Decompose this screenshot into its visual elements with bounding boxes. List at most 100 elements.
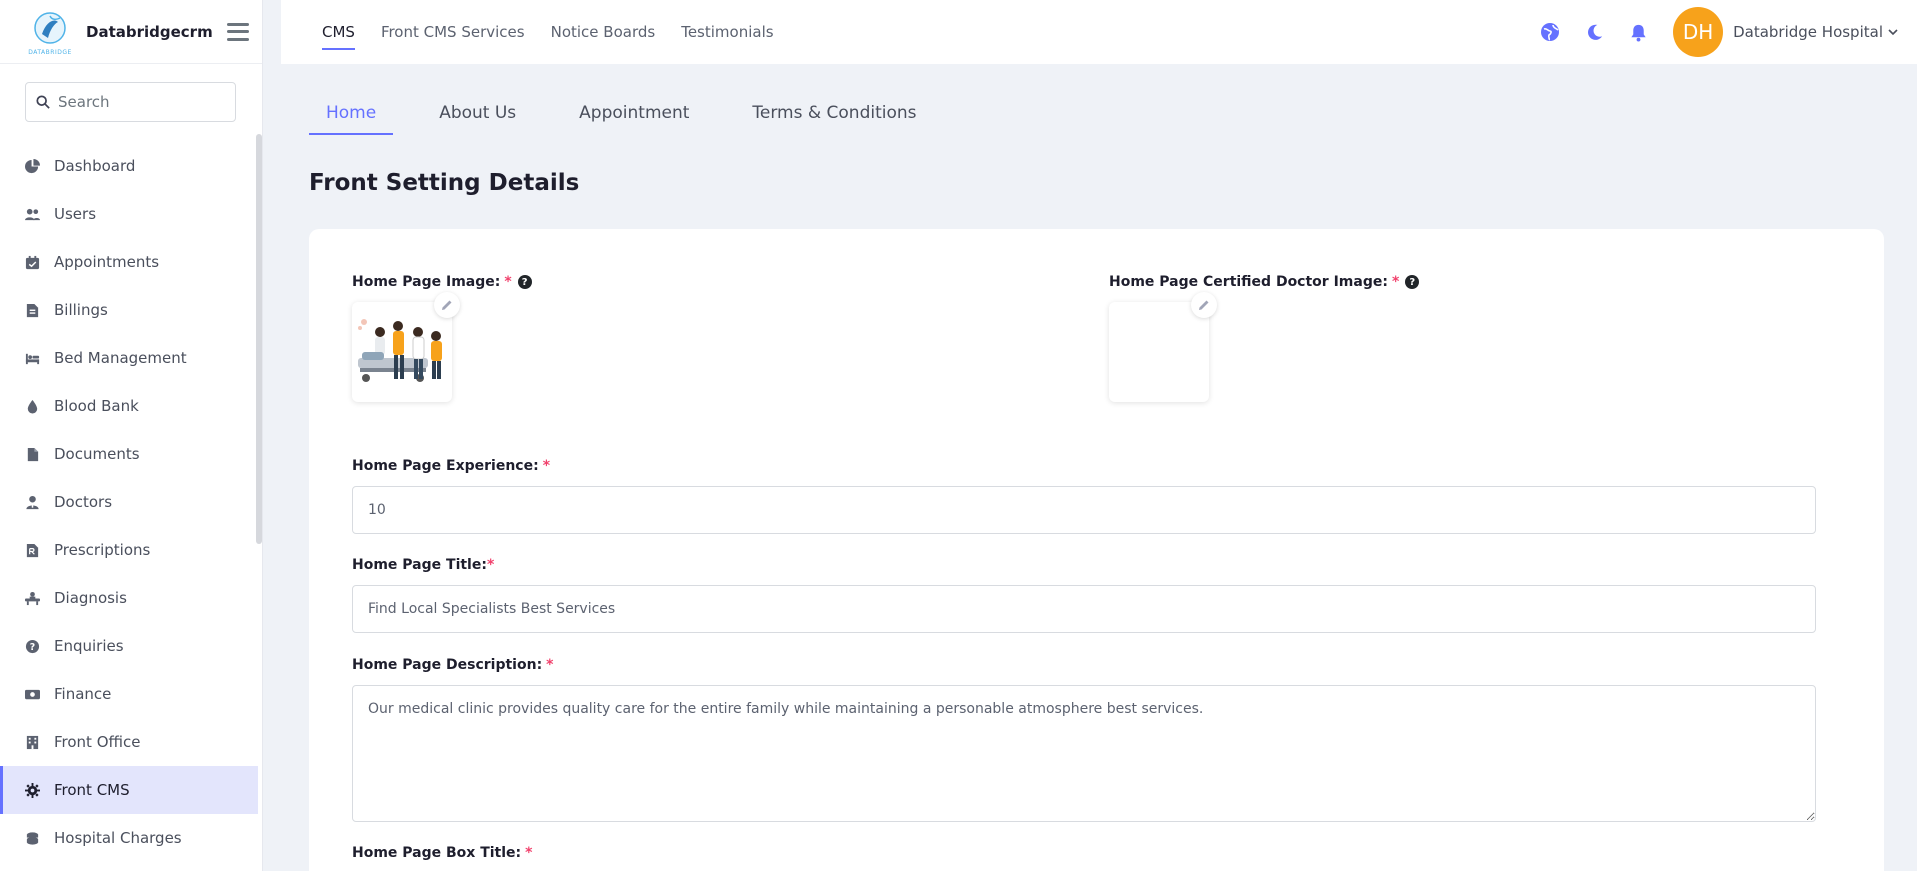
sidebar-item-label: Prescriptions [54,541,151,559]
sidebar-item-prescriptions[interactable]: Prescriptions [0,526,262,574]
title-input[interactable] [352,585,1816,633]
sidebar: DATABRIDGE Databridgecrm Dashboard Users A… [0,0,263,871]
sidebar-item-label: Documents [54,445,140,463]
sidebar-item-doctors[interactable]: Doctors [0,478,262,526]
svg-text:?: ? [29,641,34,652]
users-icon [24,206,40,222]
sidebar-menu: Dashboard Users Appointments Billings Bed Ma… [0,142,262,871]
required-mark: * [525,845,533,861]
file-invoice-icon [24,302,40,318]
calendar-check-icon [24,254,40,270]
home-image-label-text: Home Page Image: [352,274,501,290]
user-doctor-icon [24,494,40,510]
sidebar-item-ipd-opd[interactable]: IPD/OPD [0,862,262,871]
sidebar-item-label: Diagnosis [54,589,127,607]
tab-home[interactable]: Home [309,95,394,135]
tab-appointment[interactable]: Appointment [562,95,706,135]
sidebar-item-documents[interactable]: Documents [0,430,262,478]
topbar: CMS Front CMS Services Notice Boards Testim… [281,0,1917,64]
sidebar-item-label: Front CMS [54,781,130,799]
chevron-down-icon [1888,29,1898,36]
topnav-notice-boards[interactable]: Notice Boards [551,23,656,41]
sidebar-scrollbar[interactable] [256,134,262,544]
sidebar-item-appointments[interactable]: Appointments [0,238,262,286]
tab-terms-conditions[interactable]: Terms & Conditions [735,95,933,135]
sidebar-search[interactable] [25,82,236,122]
sidebar-item-users[interactable]: Users [0,190,262,238]
sidebar-item-front-cms[interactable]: Front CMS [0,766,258,814]
avatar[interactable]: DH [1673,7,1724,57]
user-name: Databridge Hospital [1733,23,1883,41]
menu-toggle-icon[interactable] [226,22,249,41]
file-icon [24,446,40,462]
pencil-icon [1199,300,1209,310]
topnav-cms[interactable]: CMS [322,23,355,50]
dark-mode-moon-icon[interactable] [1583,21,1605,43]
logo-text: DATABRIDGE [28,48,72,56]
brand-logo[interactable]: DATABRIDGE [24,8,76,56]
brand: DATABRIDGE Databridgecrm [0,0,262,64]
sidebar-item-label: Finance [54,685,112,703]
bed-icon [24,350,40,366]
certified-image-label-text: Home Page Certified Doctor Image: [1109,274,1388,290]
doctors-illustration-icon [358,319,442,382]
experience-label-text: Home Page Experience: [352,458,539,474]
brand-name: Databridgecrm [86,22,213,41]
sidebar-item-label: Billings [54,301,108,319]
sidebar-item-blood-bank[interactable]: Blood Bank [0,382,262,430]
question-circle-icon: ? [24,638,40,654]
home-image-label: Home Page Image: * ? [352,274,532,290]
experience-label: Home Page Experience: * [352,458,550,474]
title-label-text: Home Page Title: [352,557,487,573]
globe-icon[interactable] [1539,21,1561,43]
money-bill-icon [24,686,40,702]
home-image-preview [352,292,460,402]
title-label: Home Page Title: * [352,557,494,573]
edit-certified-image-button[interactable] [1191,292,1217,318]
topbar-actions: DH Databridge Hospital [1517,7,1917,57]
certified-image-preview [1109,292,1217,402]
description-textarea[interactable]: Our medical clinic provides quality care… [352,685,1816,822]
sidebar-item-label: Bed Management [54,349,187,367]
help-icon[interactable]: ? [1405,275,1420,289]
required-mark: * [546,657,554,673]
search-input[interactable] [58,93,228,111]
sidebar-item-label: Doctors [54,493,113,511]
sidebar-item-label: Dashboard [54,157,136,175]
description-label: Home Page Description: * [352,657,554,673]
search-icon [36,95,50,109]
help-icon[interactable]: ? [517,275,532,289]
sidebar-item-label: Front Office [54,733,141,751]
sidebar-item-bed-management[interactable]: Bed Management [0,334,262,382]
sidebar-item-hospital-charges[interactable]: Hospital Charges [0,814,262,862]
sidebar-item-label: Hospital Charges [54,829,182,847]
sidebar-item-label: Blood Bank [54,397,139,415]
sidebar-item-label: Users [54,205,97,223]
sidebar-item-diagnosis[interactable]: Diagnosis [0,574,262,622]
page-title: Front Setting Details [309,170,580,196]
tab-about-us[interactable]: About Us [422,95,533,135]
sidebar-item-front-office[interactable]: Front Office [0,718,262,766]
sidebar-item-enquiries[interactable]: ? Enquiries [0,622,262,670]
user-menu[interactable]: Databridge Hospital [1733,23,1899,41]
prescription-icon [24,542,40,558]
required-mark: * [504,274,512,290]
box-title-label: Home Page Box Title: * [352,845,532,861]
sidebar-item-dashboard[interactable]: Dashboard [0,142,262,190]
sidebar-item-finance[interactable]: Finance [0,670,262,718]
diagnosis-icon [24,590,40,606]
required-mark: * [542,458,551,474]
certified-image-label: Home Page Certified Doctor Image: * ? [1109,274,1420,290]
settings-card: Home Page Image: * ? Home Page Certified… [309,229,1884,871]
notification-bell-icon[interactable] [1627,21,1649,43]
box-title-label-text: Home Page Box Title: [352,845,522,861]
coins-icon [24,830,40,846]
description-label-text: Home Page Description: [352,657,543,673]
edit-home-image-button[interactable] [434,292,460,318]
topnav-testimonials[interactable]: Testimonials [681,23,773,41]
required-mark: * [1391,274,1400,290]
globe-logo-icon [34,11,66,44]
sidebar-item-billings[interactable]: Billings [0,286,262,334]
experience-input[interactable] [352,486,1816,534]
topnav-front-cms-services[interactable]: Front CMS Services [381,23,525,41]
